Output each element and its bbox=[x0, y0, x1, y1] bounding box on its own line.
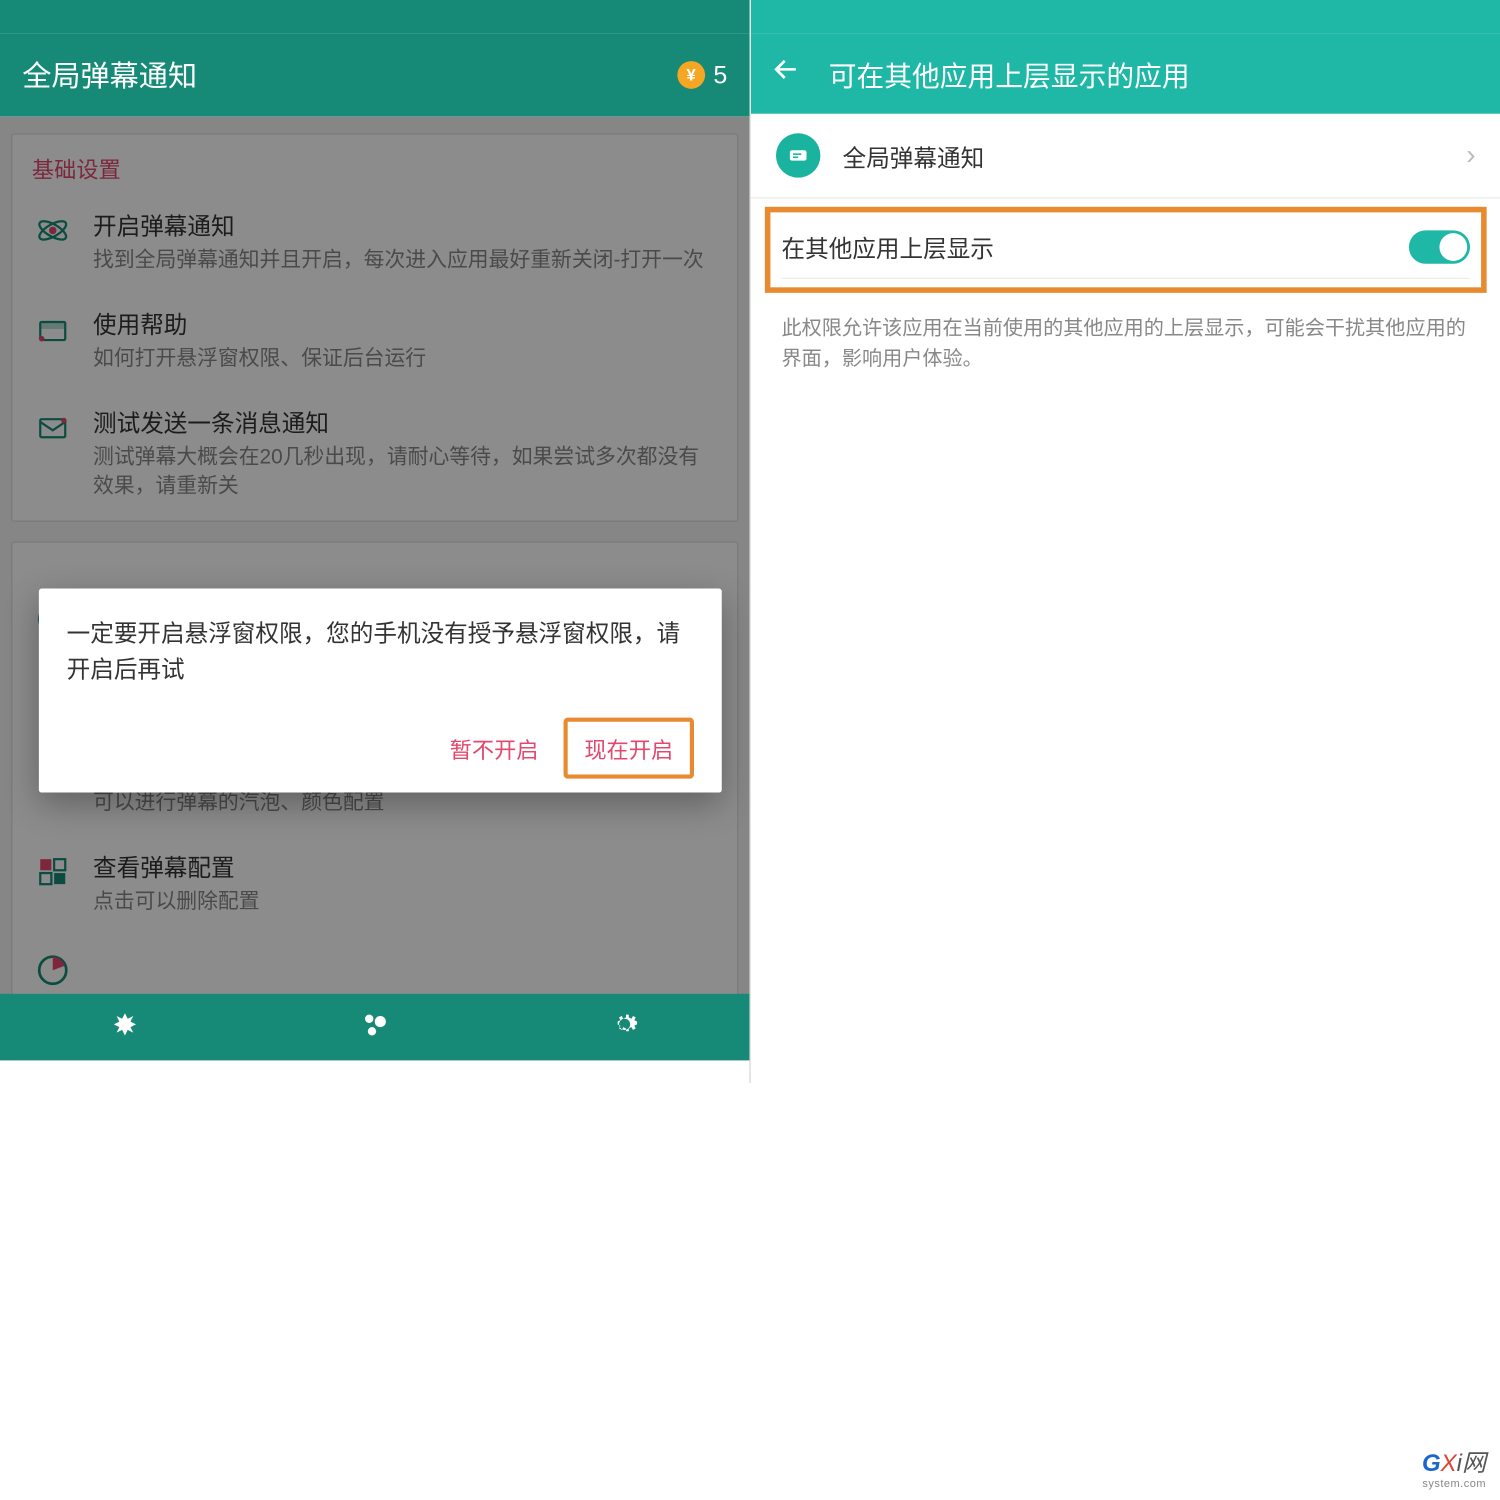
permission-description: 此权限允许该应用在当前使用的其他应用的上层显示，可能会干扰其他应用的界面，影响用… bbox=[751, 293, 1500, 398]
app-name: 全局弹幕通知 bbox=[843, 138, 1444, 173]
dialog-confirm-button[interactable]: 现在开启 bbox=[579, 728, 679, 767]
coin-icon: ¥ bbox=[677, 61, 705, 89]
app-row[interactable]: 全局弹幕通知 › bbox=[751, 114, 1500, 199]
app-bar-right: 可在其他应用上层显示的应用 bbox=[751, 33, 1500, 114]
nav-tab-apps[interactable] bbox=[358, 1007, 391, 1047]
app-icon bbox=[776, 133, 820, 177]
overlay-permission-toggle[interactable] bbox=[1409, 230, 1470, 263]
dialog-cancel-button[interactable]: 暂不开启 bbox=[436, 717, 553, 778]
back-icon[interactable] bbox=[770, 54, 801, 93]
permission-toggle-row: 在其他应用上层显示 bbox=[782, 221, 1470, 279]
highlight-permission: 在其他应用上层显示 bbox=[765, 207, 1487, 293]
status-bar-left bbox=[0, 0, 750, 33]
permission-dialog: 一定要开启悬浮窗权限，您的手机没有授予悬浮窗权限，请开启后再试 暂不开启 现在开… bbox=[39, 589, 722, 793]
status-bar-right bbox=[751, 0, 1500, 33]
page-title: 可在其他应用上层显示的应用 bbox=[829, 53, 1190, 93]
watermark: GXi网 system.com bbox=[1422, 1443, 1486, 1490]
permission-label: 在其他应用上层显示 bbox=[782, 229, 1409, 264]
highlight-confirm: 现在开启 bbox=[564, 717, 694, 778]
app-bar-left: 全局弹幕通知 ¥ 5 bbox=[0, 33, 750, 116]
nav-tab-gear[interactable] bbox=[608, 1007, 641, 1047]
bottom-nav bbox=[0, 994, 750, 1061]
left-body: 基础设置 开启弹幕通知 找到全局弹幕通知并且开启，每次进入应用最好重新关闭-打开… bbox=[0, 117, 750, 1061]
dialog-message: 一定要开启悬浮窗权限，您的手机没有授予悬浮窗权限，请开启后再试 bbox=[67, 616, 694, 689]
chevron-right-icon: › bbox=[1466, 139, 1475, 171]
coin-count: 5 bbox=[713, 60, 727, 89]
app-title: 全局弹幕通知 bbox=[22, 54, 197, 96]
nav-tab-settings[interactable] bbox=[108, 1010, 141, 1043]
